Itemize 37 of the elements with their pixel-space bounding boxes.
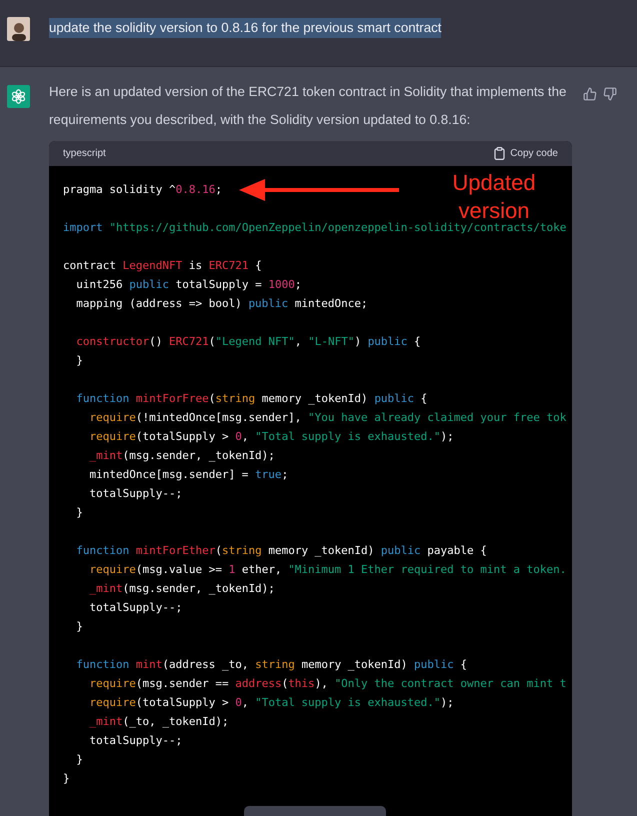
code-line: } (75, 619, 83, 635)
user-message: update the solidity version to 0.8.16 for the previous smart contract (49, 18, 442, 38)
code-line: } (75, 505, 83, 521)
code-line: import "https://github.com/OpenZeppelin/openzeppelin-solidity/contracts/toke (63, 220, 566, 236)
assistant-message: Here is an updated version of the ERC721 token contract in Solidity that implements the requirements you described, with the Solidity version updated to 0.8.16: (49, 83, 568, 129)
code-line: } (75, 752, 83, 768)
code-line: uint256 public totalSupply = 1000; (75, 277, 302, 293)
copy-code-button[interactable]: Copy code (494, 147, 558, 160)
code-line: totalSupply--; (88, 486, 182, 502)
code-line: function mintForFree(string memory _tokenId) public { (75, 391, 428, 407)
code-line: function mint(address _to, string memory _tokenId) public { (75, 657, 468, 673)
scrollbar-thumb[interactable] (244, 806, 386, 816)
code-line: contract LegendNFT is ERC721 { (63, 258, 262, 274)
code-line: } (75, 353, 83, 369)
thumbs-up-icon[interactable] (583, 87, 597, 101)
thumbs-down-icon[interactable] (603, 87, 617, 101)
code-language: typescript (63, 148, 106, 159)
clipboard-icon (494, 147, 506, 160)
code-line: _mint(_to, _tokenId); (88, 714, 229, 730)
code-line: } (63, 771, 70, 787)
code-line: constructor() ERC721("Legend NFT", "L-NFT") public { (75, 334, 421, 350)
code-line: mintedOnce[msg.sender] = true; (88, 467, 288, 483)
code-line: pragma solidity ^0.8.16; (63, 182, 222, 198)
code-line: require(msg.sender == address(this), "Only the contract owner can mint t (88, 676, 566, 692)
code-line: require(!mintedOnce[msg.sender], "You have already claimed your free tok (88, 410, 566, 426)
code-line: require(totalSupply > 0, "Total supply is exhausted."); (88, 695, 454, 711)
code-line: totalSupply--; (88, 600, 182, 616)
assistant-logo-icon (7, 85, 30, 108)
code-line: totalSupply--; (88, 733, 182, 749)
code-line: _mint(msg.sender, _tokenId); (88, 448, 275, 464)
code-line: function mintForEther(string memory _tokenId) public payable { (75, 543, 487, 559)
annotation-text: Updated version (452, 169, 536, 223)
code-line: require(totalSupply > 0, "Total supply is exhausted."); (88, 429, 454, 445)
code-line: _mint(msg.sender, _tokenId); (88, 581, 275, 597)
code-line: require(msg.value >= 1 ether, "Minimum 1 Ether required to mint a token. (88, 562, 566, 578)
code-line: mapping (address => bool) public mintedOnce; (75, 296, 368, 312)
person-silhouette-icon (10, 21, 26, 41)
